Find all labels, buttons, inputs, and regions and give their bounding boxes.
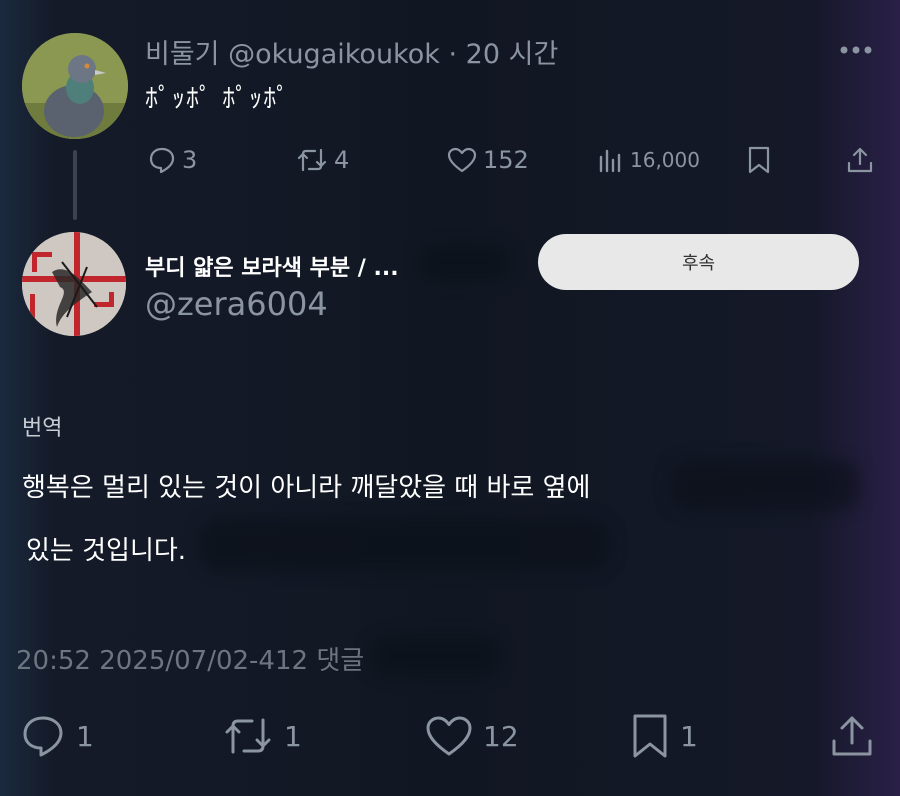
- share-button[interactable]: [846, 145, 874, 175]
- retweet-count: 4: [334, 146, 350, 174]
- like-button[interactable]: 152: [447, 145, 529, 175]
- blur-overlay: [200, 520, 610, 570]
- retweet-icon: [222, 714, 274, 758]
- retweet-count: 1: [284, 719, 302, 753]
- views-button[interactable]: 16,000: [598, 145, 700, 175]
- retweet-icon: [296, 146, 328, 174]
- blur-overlay: [370, 636, 500, 676]
- tweet-timestamp: 20:52 2025/07/02-412 댓글: [16, 646, 365, 676]
- bookmark-icon: [630, 713, 670, 759]
- reply-icon: [20, 714, 66, 758]
- blur-overlay: [420, 245, 510, 280]
- reply-icon: [148, 146, 176, 174]
- reply-button[interactable]: 3: [148, 145, 197, 175]
- bookmark-button[interactable]: [747, 145, 771, 175]
- time-ago[interactable]: 20 시간: [466, 39, 559, 70]
- more-options-icon[interactable]: [838, 40, 874, 60]
- like-count: 12: [483, 719, 519, 753]
- heart-icon: [425, 714, 473, 758]
- views-count: 16,000: [630, 148, 700, 172]
- separator: ·: [448, 39, 458, 70]
- blur-overlay: [670, 460, 860, 510]
- reply-count: 3: [182, 146, 198, 174]
- like-count: 152: [483, 146, 529, 174]
- follow-button[interactable]: 후속: [538, 234, 859, 290]
- tweet-header: 비둘기 @okugaikoukok · 20 시간: [145, 32, 558, 71]
- quoted-user-handle[interactable]: @zera6004: [145, 285, 328, 323]
- share-icon: [830, 714, 874, 758]
- views-chart-icon: [598, 147, 624, 173]
- bottom-retweet-button[interactable]: 1: [222, 712, 302, 760]
- translation-label[interactable]: 번역: [22, 410, 62, 442]
- bookmark-count: 1: [680, 719, 698, 753]
- heart-icon: [447, 146, 477, 174]
- bottom-share-button[interactable]: [830, 712, 874, 760]
- tweet-text: ﾎﾟｯﾎﾟ ﾎﾟｯﾎﾟ: [145, 84, 291, 114]
- avatar[interactable]: [22, 33, 128, 139]
- translation-text-line1: 행복은 멀리 있는 것이 아니라 깨달았을 때 바로 옆에: [22, 473, 591, 503]
- bookmark-icon: [747, 146, 771, 174]
- display-name[interactable]: 비둘기: [145, 39, 220, 70]
- bottom-reply-button[interactable]: 1: [20, 712, 94, 760]
- thread-line: [73, 150, 77, 220]
- bottom-bookmark-button[interactable]: 1: [630, 712, 698, 760]
- quoted-user-avatar[interactable]: [22, 232, 126, 336]
- share-icon: [846, 146, 874, 174]
- retweet-button[interactable]: 4: [296, 145, 349, 175]
- reply-count: 1: [76, 719, 94, 753]
- bottom-like-button[interactable]: 12: [425, 712, 519, 760]
- user-handle[interactable]: @okugaikoukok: [228, 39, 440, 70]
- quoted-user-name[interactable]: 부디 얇은 보라색 부분 / ...: [145, 250, 399, 282]
- translation-text-line2: 있는 것입니다.: [26, 536, 187, 566]
